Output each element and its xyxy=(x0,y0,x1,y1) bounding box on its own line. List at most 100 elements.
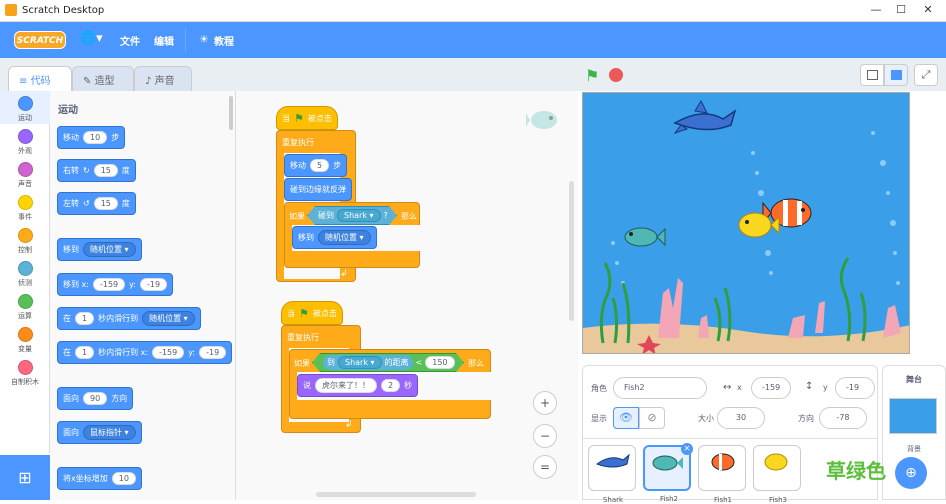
tutorials-menu[interactable]: 教程 xyxy=(214,33,234,48)
change-x-input[interactable]: 10 xyxy=(111,472,136,485)
tab-sounds[interactable]: ♪ 声音 xyxy=(134,66,192,91)
sprite-thumb-fish3[interactable]: Fish3 xyxy=(753,445,801,504)
category-operators[interactable]: 运算 xyxy=(0,291,50,324)
scratch-logo[interactable]: SCRATCH xyxy=(14,31,66,49)
minimize-button[interactable]: — xyxy=(868,3,884,17)
watermark-text: 草绿色 xyxy=(826,459,886,483)
category-motion[interactable]: 运动 xyxy=(0,93,50,126)
stage-panel-title: 舞台 xyxy=(906,375,922,384)
stop-icon[interactable] xyxy=(609,68,623,82)
script-area[interactable]: 当 ⚑ 被点击 重复执行 移动 5 步 碰到边缘就反弹 如果 碰到 Shark ▾? 那么… xyxy=(236,91,578,500)
category-sound[interactable]: 声音 xyxy=(0,159,50,192)
block-go-to-xy[interactable]: 移到 x: -159 y: -19 xyxy=(57,273,174,296)
sprite-thumb-fish1[interactable]: Fish1 xyxy=(698,445,746,504)
fullscreen-icon[interactable]: ⤢ xyxy=(914,64,938,86)
title-bar: Scratch Desktop — ☐ ✕ xyxy=(0,0,946,22)
x-input[interactable]: -159 xyxy=(92,278,126,291)
steps-input[interactable]: 10 xyxy=(83,131,108,144)
direction-input[interactable]: 90 xyxy=(83,392,108,405)
file-menu[interactable]: 文件 xyxy=(120,33,140,48)
block-glide-to[interactable]: 在 1 秒内滑行到 随机位置 ▾ xyxy=(57,307,201,330)
hide-eye-icon[interactable]: ⊘ xyxy=(639,407,665,429)
zoom-out-button[interactable]: − xyxy=(533,424,557,448)
sprite-name-input[interactable]: Fish2 xyxy=(613,377,707,399)
direction-input[interactable]: -78 xyxy=(819,407,867,429)
palette-scrollbar[interactable] xyxy=(229,96,233,130)
script2-compare-input[interactable]: 150 xyxy=(425,356,454,369)
tab-costumes[interactable]: ✎ 造型 xyxy=(72,66,134,91)
script1-touching-dropdown[interactable]: Shark ▾ xyxy=(337,209,381,222)
category-control[interactable]: 控制 xyxy=(0,225,50,258)
y-input[interactable]: -19 xyxy=(140,278,168,291)
script1-goto-dropdown[interactable]: 随机位置 ▾ xyxy=(318,230,371,245)
category-my-blocks[interactable]: 自制积木 xyxy=(0,357,50,390)
choose-backdrop-icon[interactable]: ⊕ xyxy=(895,457,927,489)
script2-say-secs-input[interactable]: 2 xyxy=(381,379,401,392)
category-sensing[interactable]: 侦测 xyxy=(0,258,50,291)
block-glide-to-xy[interactable]: 在 1 秒内滑行到 x: -159 y: -19 xyxy=(57,341,233,364)
script2-distance-dropdown[interactable]: Shark ▾ xyxy=(338,356,382,369)
script1-move-block[interactable]: 移动 5 步 xyxy=(284,154,348,177)
script2-say-text-input[interactable]: 虎尔来了！！ xyxy=(315,378,377,393)
block-change-x[interactable]: 将x坐标增加 10 xyxy=(57,467,142,490)
script1-when-flag-clicked[interactable]: 当 ⚑ 被点击 xyxy=(276,106,338,130)
block-turn-left[interactable]: 左转 ↺ 15 度 xyxy=(57,192,136,215)
add-extension-button[interactable]: ⊞ xyxy=(0,455,50,500)
script2-when-flag-clicked[interactable]: 当 ⚑ 被点击 xyxy=(281,301,343,325)
category-events[interactable]: 事件 xyxy=(0,192,50,225)
zoom-reset-button[interactable]: = xyxy=(533,455,557,479)
script2-say-block[interactable]: 说虎尔来了！！ 2 秒 xyxy=(297,374,419,397)
size-input[interactable]: 30 xyxy=(717,407,765,429)
y-input[interactable]: -19 xyxy=(199,346,227,359)
block-go-to[interactable]: 移到 随机位置 ▾ xyxy=(57,238,142,261)
block-move-steps[interactable]: 移动 10 步 xyxy=(57,126,126,149)
y-label: y xyxy=(823,383,828,392)
palette-heading: 运动 xyxy=(58,105,78,116)
category-looks[interactable]: 外观 xyxy=(0,126,50,159)
script1-touching-block[interactable]: 碰到 Shark ▾? xyxy=(307,206,397,225)
point-towards-dropdown[interactable]: 鼠标指针 ▾ xyxy=(83,425,136,440)
script2-distance-block[interactable]: 到 Shark ▾ 的距离 xyxy=(323,355,413,370)
close-button[interactable]: ✕ xyxy=(920,3,936,17)
large-stage-button[interactable] xyxy=(884,64,908,86)
green-flag-icon[interactable]: ⚑ xyxy=(585,66,599,85)
rotate-right-icon: ↻ xyxy=(83,166,90,175)
y-input[interactable]: -19 xyxy=(835,377,875,399)
globe-icon[interactable]: 🌐▾ xyxy=(80,31,106,49)
script2-less-than-block[interactable]: 到 Shark ▾ 的距离 < 150 xyxy=(312,353,464,372)
show-eye-icon[interactable]: 👁 xyxy=(613,407,639,429)
maximize-button[interactable]: ☐ xyxy=(893,3,909,17)
tab-code[interactable]: ≡ 代码 xyxy=(8,66,72,91)
block-turn-right[interactable]: 右转 ↻ 15 度 xyxy=(57,159,136,182)
x-input[interactable]: -159 xyxy=(751,377,791,399)
glide-dropdown[interactable]: 随机位置 ▾ xyxy=(142,311,195,326)
events-dot-icon xyxy=(17,195,33,210)
zoom-in-button[interactable]: + xyxy=(533,391,557,415)
script1-move-input[interactable]: 5 xyxy=(310,159,330,172)
script-area-horizontal-scrollbar[interactable] xyxy=(316,492,476,497)
backdrop-label: 背景 xyxy=(907,445,921,453)
secs-input[interactable]: 1 xyxy=(75,346,95,359)
sprite-thumb-shark[interactable]: Shark xyxy=(588,445,636,504)
script-area-vertical-scrollbar[interactable] xyxy=(569,181,574,321)
edit-menu[interactable]: 编辑 xyxy=(154,33,174,48)
motion-dot-icon xyxy=(17,96,33,111)
x-input[interactable]: -159 xyxy=(152,346,185,359)
script1-bounce-block[interactable]: 碰到边缘就反弹 xyxy=(284,178,352,201)
degrees-input[interactable]: 15 xyxy=(93,197,118,210)
editor-tabs: ≡ 代码 ✎ 造型 ♪ 声音 xyxy=(0,58,578,91)
secs-input[interactable]: 1 xyxy=(75,312,95,325)
category-variables[interactable]: 变量 xyxy=(0,324,50,357)
delete-sprite-icon[interactable]: ✕ xyxy=(681,443,693,455)
block-point-direction[interactable]: 面向 90 方向 xyxy=(57,387,134,410)
category-menu: 运动 外观 声音 事件 控制 侦测 运算 变量 自制积木 xyxy=(0,91,50,453)
lightbulb-icon[interactable]: ☀ xyxy=(199,33,209,46)
script1-goto-block[interactable]: 移到 随机位置 ▾ xyxy=(292,226,377,249)
block-point-towards[interactable]: 面向 鼠标指针 ▾ xyxy=(57,421,142,444)
go-to-dropdown[interactable]: 随机位置 ▾ xyxy=(83,242,136,257)
small-stage-button[interactable] xyxy=(860,64,884,86)
stage-canvas[interactable] xyxy=(582,92,910,354)
operators-dot-icon xyxy=(17,294,33,309)
sprite-thumb-fish2[interactable]: Fish2 ✕ xyxy=(643,443,693,503)
degrees-input[interactable]: 15 xyxy=(93,164,118,177)
